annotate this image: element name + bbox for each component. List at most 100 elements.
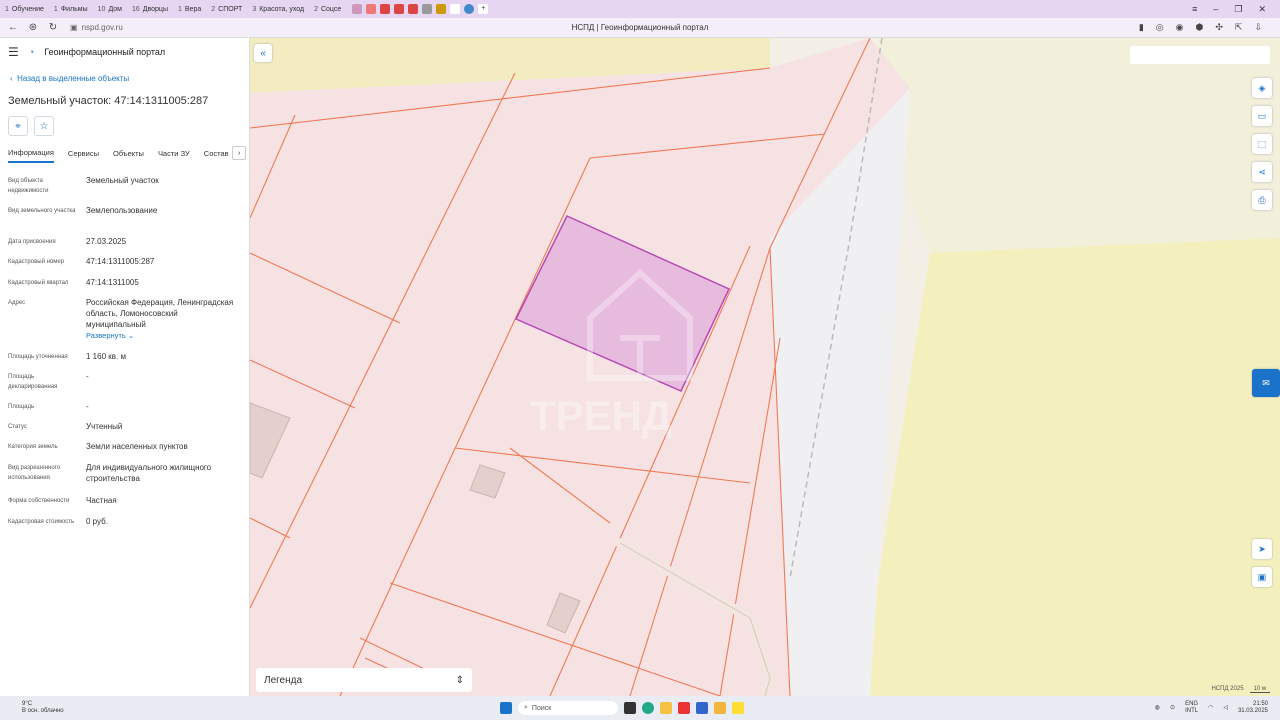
pinned-icon[interactable] [352,4,363,14]
app-icon[interactable] [714,702,726,714]
favorite-button[interactable]: ☆ [34,116,54,136]
tab-7[interactable]: 3 Красота, уход [247,2,309,16]
pinned-tabs: + [352,4,489,14]
clock[interactable]: 21:50 31.03.2025 [1238,701,1268,715]
expand-address-link[interactable]: Развернуть ⌄ [86,330,236,341]
back-to-selected-link[interactable]: ‹ Назад в выделенные объекты [10,74,129,83]
address-bar: ← ⊛ ↻ ▣ nspd.gov.ru НСПД | Геоинформацион… [0,18,1280,38]
tab-count: 1 [5,5,9,13]
property-label: Кадастровый квартал [8,280,69,286]
property-label: Статус [8,424,27,430]
task-view-icon[interactable] [624,702,636,714]
system-tray: ◍ ⊙ ENG INTL ◠ ◁ 21:50 31.03.2025 [1155,701,1280,715]
new-tab-icon[interactable]: + [478,4,489,14]
tabs-next-button[interactable]: › [232,146,246,160]
tab-4[interactable]: 16 Дворцы [127,2,173,16]
minimap-button[interactable]: ▣ [1252,567,1272,587]
property-value: Земли населенных пунктов [86,442,188,451]
locate-button[interactable]: ⌖ [8,116,28,136]
legend-label: Легенда [264,674,303,686]
weather-temp: 9°C [22,701,33,707]
layers-button[interactable]: ◈ [1252,78,1272,98]
map-search-input[interactable] [1130,46,1270,64]
tab-objects[interactable]: Объекты [113,149,144,162]
map-attribution: НСПД 2025 [1211,686,1244,692]
tab-label: Фильмы [60,5,88,13]
print-button[interactable]: ⎙ [1252,190,1272,210]
pinned-icon[interactable] [394,4,405,14]
tab-6[interactable]: 2 СПОРТ [206,2,247,16]
select-icon: ⬚ [1257,138,1267,149]
tab-label: Обучение [11,5,44,13]
language-indicator[interactable]: ENG INTL [1185,701,1198,715]
windows-start-icon[interactable] [500,702,512,714]
browser-tab-bar: 1 Обучение 1 Фильмы 10 Дом 16 Дворцы 1 Вера 2… [0,0,1280,18]
tab-services[interactable]: Сервисы [68,149,99,162]
property-label: Кадастровая стоимость [8,519,75,525]
navigation-arrow-icon: ➤ [1258,543,1266,554]
map-canvas[interactable]: ТРЕНД « ◈ ▭ ⬚ ⋖ ⎙ ✉ ➤ ▣ Легенда ⇕ НСПД 20… [250,38,1280,696]
tray-app-icon[interactable]: ⊙ [1170,705,1175,712]
language-code: ENG [1185,701,1199,707]
property-label: Вид земельного участка [8,208,76,214]
tray-app-icon[interactable]: ◍ [1155,705,1160,712]
map-layers: ТРЕНД [250,38,1280,696]
property-value: - [86,402,89,411]
property-label: Адрес [8,300,26,306]
sidebar-header: ☰ ◔ Геоинформационный портал [0,38,249,66]
back-link-label: Назад в выделенные объекты [17,74,130,83]
watermark-text: ТРЕНД [530,392,672,439]
chat-button[interactable]: ✉ [1252,369,1280,397]
pinned-icon[interactable] [422,4,433,14]
property-value: - [86,372,89,381]
pinned-icon[interactable] [450,4,461,14]
pinned-icon[interactable] [408,4,419,14]
ruler-icon: ▭ [1257,110,1267,121]
geolocation-button[interactable]: ➤ [1252,539,1272,559]
minimap-icon: ▣ [1257,571,1267,582]
scale-bar: 10 м [1249,686,1270,693]
tab-8[interactable]: 2 Соцсе [309,2,346,16]
volume-icon[interactable]: ◁ [1223,705,1228,712]
light-zone [870,38,1280,253]
tab-info[interactable]: Информация [8,148,54,163]
restore-icon[interactable]: ❐ [1234,4,1242,15]
tab-1[interactable]: 1 Обучение [0,2,49,16]
app-icon[interactable] [696,702,708,714]
map-scale: НСПД 2025 10 м [1211,686,1270,693]
object-tabs: Информация Сервисы Объекты Части ЗУ Сост… [8,146,248,164]
property-label: Форма собственности [8,498,70,504]
taskbar-search[interactable]: ⌕ Поиск [518,701,618,715]
tab-2[interactable]: 1 Фильмы [49,2,93,16]
share-button[interactable]: ⋖ [1252,162,1272,182]
tab-parts[interactable]: Части ЗУ [158,149,190,162]
property-label: Вид объекта недвижимости [8,178,49,194]
menu-icon[interactable]: ≡ [1192,4,1197,15]
hamburger-icon[interactable]: ☰ [8,45,19,59]
minimize-icon[interactable]: – [1213,4,1218,15]
portal-logo-icon: ◔ [28,47,35,57]
property-value: Российская Федерация, Ленинградская обла… [86,298,234,329]
collapse-panel-button[interactable]: « [254,44,272,62]
weather-widget[interactable]: 9°C В осн. облачно [22,701,64,715]
tab-composition[interactable]: Состав [204,149,229,162]
close-icon[interactable]: ✕ [1258,4,1266,15]
measure-button[interactable]: ▭ [1252,106,1272,126]
wifi-icon[interactable]: ◠ [1208,705,1213,712]
pinned-icon[interactable] [436,4,447,14]
tab-5[interactable]: 1 Вера [173,2,206,16]
file-explorer-icon[interactable] [660,702,672,714]
active-pinned-icon[interactable] [464,4,475,14]
select-area-button[interactable]: ⬚ [1252,134,1272,154]
pinned-icon[interactable] [366,4,377,14]
yandex-browser-icon[interactable] [732,702,744,714]
yandex-icon[interactable] [678,702,690,714]
object-title: Земельный участок: 47:14:1311005:287 [8,95,209,107]
edge-icon[interactable] [642,702,654,714]
search-label: Поиск [531,704,552,712]
pinned-icon[interactable] [380,4,391,14]
tab-3[interactable]: 10 Дом [93,2,127,16]
legend-dropdown[interactable]: Легенда ⇕ [256,668,472,692]
tab-count: 2 [211,5,216,13]
portal-name: Геоинформационный портал [44,47,166,57]
